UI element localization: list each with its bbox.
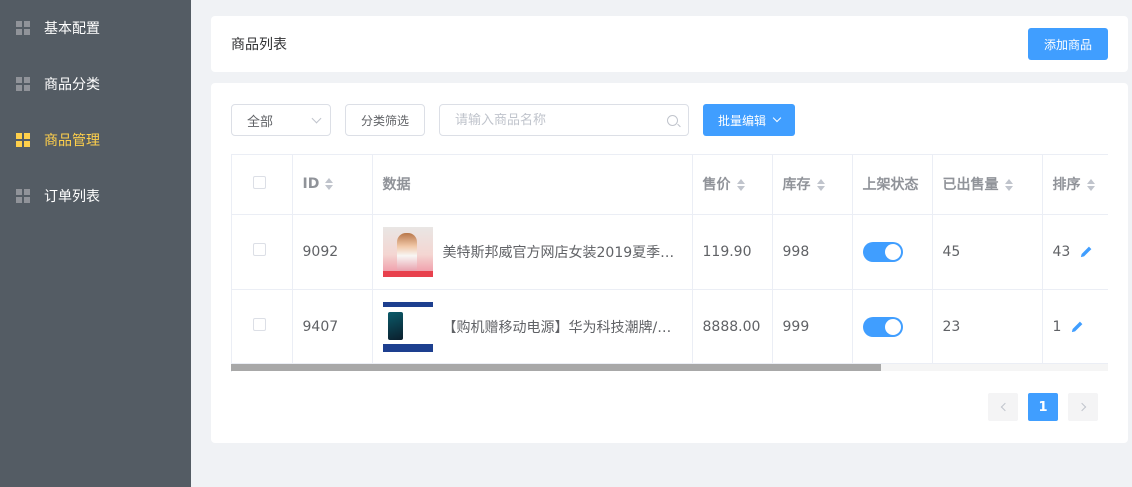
category-filter-button[interactable]: 分类筛选 [345,104,426,136]
pencil-icon[interactable] [1079,244,1094,259]
column-label: 排序 [1052,177,1081,194]
column-header-id[interactable]: ID [292,155,373,215]
sort-icon[interactable] [325,178,334,191]
sidebar-item-product-management[interactable]: 商品管理 [0,112,191,168]
cell-sold: 45 [932,214,1043,290]
pagination: 1 [978,393,1098,421]
cell-status [852,289,933,365]
product-name: 【购机赠移动电源】华为科技潮牌/荣耀 [442,319,682,336]
order-value: 43 [1052,243,1071,260]
cell-status [852,214,933,290]
cell-sold: 23 [932,289,1043,365]
sidebar-item-orders[interactable]: 订单列表 [0,168,191,224]
select-all-cell [232,155,293,215]
product-info: 【购机赠移动电源】华为科技潮牌/荣耀 [382,301,682,352]
cell-data: 【购机赠移动电源】华为科技潮牌/荣耀 [372,289,693,365]
column-header-order[interactable]: 排序 [1042,155,1108,215]
sidebar-item-category[interactable]: 商品分类 [0,56,191,112]
sort-icon[interactable] [1086,179,1095,192]
on-sale-toggle[interactable] [862,316,903,337]
cell-id: 9407 [292,289,373,365]
sidebar-item-basic-config[interactable]: 基本配置 [0,0,191,56]
sort-icon[interactable] [1004,179,1013,192]
chevron-down-icon [772,113,782,123]
column-header-stock[interactable]: 库存 [772,155,853,215]
cell-order: 1 [1042,289,1108,365]
column-label: 数据 [382,177,411,194]
scrollbar-thumb[interactable] [231,364,881,371]
page-number[interactable]: 1 [1028,393,1058,421]
sidebar-item-label: 商品管理 [44,133,100,149]
product-list-card: 全部 分类筛选 批量编辑 ID [211,83,1128,443]
sidebar-item-label: 商品分类 [44,77,100,93]
search-box [439,104,690,136]
column-label: 已出售量 [942,177,999,194]
cell-stock: 999 [772,289,853,365]
column-label: 上架状态 [862,177,919,194]
pencil-icon[interactable] [1070,319,1085,334]
status-select-value: 全部 [247,114,274,130]
table-row: 9092 美特斯邦威官方网店女装2019夏季新款 119.90 998 45 4… [232,214,1108,290]
chevron-down-icon [311,113,322,123]
cell-order: 43 [1042,214,1108,290]
product-info: 美特斯邦威官方网店女装2019夏季新款 [382,226,682,277]
batch-edit-button[interactable]: 批量编辑 [703,104,796,136]
page-title: 商品列表 [231,37,287,53]
column-label: 售价 [702,177,731,194]
cell-id: 9092 [292,214,373,290]
sidebar: 基本配置 商品分类 商品管理 订单列表 [0,0,191,487]
product-thumbnail[interactable] [382,226,433,277]
sort-icon[interactable] [736,179,745,192]
cell-price: 119.90 [692,214,773,290]
column-header-data: 数据 [372,155,693,215]
sort-icon[interactable] [816,179,825,192]
table-row: 9407 【购机赠移动电源】华为科技潮牌/荣耀 8888.00 999 23 1 [232,289,1108,365]
column-header-status: 上架状态 [852,155,933,215]
main-content: 商品列表 添加商品 全部 分类筛选 批量编辑 [191,0,1132,487]
product-thumbnail[interactable] [382,301,433,352]
column-header-sold[interactable]: 已出售量 [932,155,1043,215]
row-select-cell [232,214,293,290]
grid-icon [16,21,30,35]
on-sale-toggle[interactable] [862,241,903,262]
grid-icon [16,189,30,203]
product-name: 美特斯邦威官方网店女装2019夏季新款 [442,244,682,261]
toolbar: 全部 分类筛选 批量编辑 [231,104,796,136]
column-header-price[interactable]: 售价 [692,155,773,215]
grid-icon [16,133,30,147]
horizontal-scrollbar[interactable] [231,363,1108,371]
search-input[interactable] [455,112,646,128]
add-product-button[interactable]: 添加商品 [1027,28,1108,60]
product-table: ID 数据 售价 库存 上架状态 已出售量 排序 9092 美特斯邦威官方网店女… [231,154,1108,372]
search-icon[interactable] [667,114,679,126]
chevron-right-icon [1077,402,1086,412]
cell-data: 美特斯邦威官方网店女装2019夏季新款 [372,214,693,290]
chevron-left-icon [1000,402,1009,412]
table-header-row: ID 数据 售价 库存 上架状态 已出售量 排序 [232,155,1108,215]
prev-page-button[interactable] [988,393,1018,421]
grid-icon [16,77,30,91]
page-header: 商品列表 添加商品 [211,16,1128,72]
select-all-checkbox[interactable] [253,175,266,189]
row-select-cell [232,289,293,365]
column-label: 库存 [782,177,811,194]
batch-edit-label: 批量编辑 [718,113,767,128]
row-checkbox[interactable] [253,318,266,331]
order-value: 1 [1052,318,1062,335]
row-checkbox[interactable] [253,243,266,256]
status-select[interactable]: 全部 [231,104,331,136]
sidebar-item-label: 基本配置 [44,21,100,37]
sidebar-item-label: 订单列表 [44,189,100,205]
column-label: ID [302,176,320,193]
cell-price: 8888.00 [692,289,773,365]
cell-stock: 998 [772,214,853,290]
next-page-button[interactable] [1068,393,1098,421]
